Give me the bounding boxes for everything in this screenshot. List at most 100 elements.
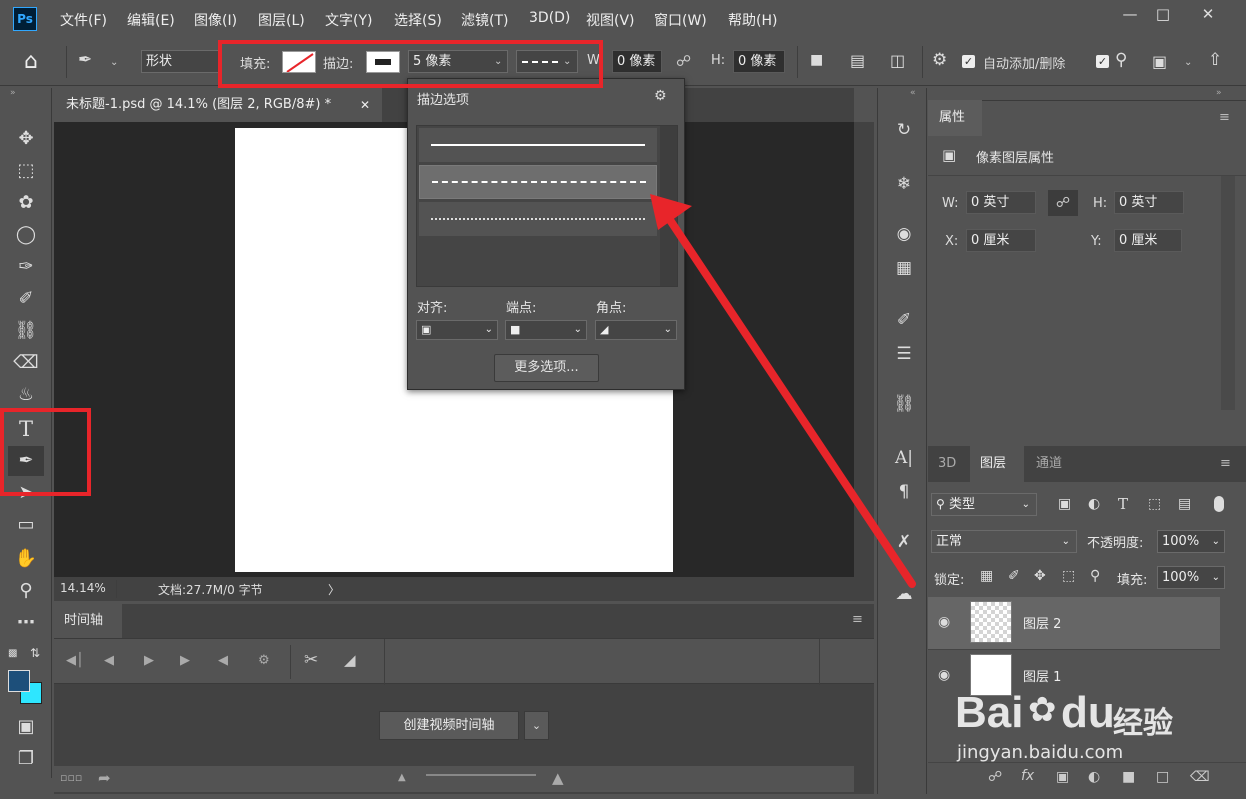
screen-mode-icon[interactable]: ❐ (8, 744, 44, 774)
search-icon[interactable]: ⚲ (1115, 50, 1127, 70)
filter-pixel-icon[interactable]: ▣ (1058, 496, 1071, 512)
marquee-tool-icon[interactable]: ⬚ (8, 156, 44, 186)
align-edges-checkbox[interactable]: ✓ (1096, 55, 1109, 68)
play-icon[interactable]: ▶ (144, 653, 154, 668)
zoom-level[interactable]: 14.14% (60, 581, 106, 595)
prop-w-input[interactable]: 0 英寸 (966, 191, 1036, 214)
menu-window[interactable]: 窗口(W) (654, 10, 707, 30)
tab-channels[interactable]: 通道 (1026, 446, 1072, 482)
prop-y-input[interactable]: 0 厘米 (1114, 229, 1182, 252)
gear-icon[interactable]: ⚙ (932, 50, 947, 70)
quick-mask-icon[interactable]: ▣ (8, 712, 44, 742)
collapse-icon[interactable]: » (10, 88, 16, 98)
more-options-button[interactable]: 更多选项... (494, 354, 599, 382)
share-icon[interactable]: ⇧ (1208, 50, 1222, 70)
panel-menu-icon[interactable]: ≡ (1220, 456, 1231, 471)
link-icon[interactable]: ☍ (676, 52, 691, 70)
zoom-tool-icon[interactable]: ⚲ (8, 576, 44, 606)
stroke-style-solid[interactable] (419, 128, 657, 162)
transition-icon[interactable]: ◢ (344, 651, 356, 669)
filter-smart-object-icon[interactable]: ▤ (1178, 496, 1191, 512)
lock-transparency-icon[interactable]: ▦ (980, 568, 993, 584)
add-mask-icon[interactable]: ▣ (1056, 769, 1069, 785)
layer-filter-select[interactable]: ⚲ 类型 ⌄ (931, 493, 1037, 516)
filter-toggle[interactable] (1214, 496, 1224, 512)
stroke-style-dotted[interactable] (419, 202, 657, 236)
properties-tab[interactable]: 属性 (928, 100, 982, 136)
brush-tool-icon[interactable]: ✐ (8, 284, 44, 314)
filter-shape-icon[interactable]: ⬚ (1148, 496, 1161, 512)
chevron-down-icon[interactable]: ⌄ (1184, 57, 1192, 68)
eyedropper-tool-icon[interactable]: ✑ (8, 252, 44, 282)
blend-mode-select[interactable]: 正常 ⌄ (931, 530, 1077, 553)
foreground-color-swatch[interactable] (8, 670, 30, 692)
menu-view[interactable]: 视图(V) (586, 10, 635, 30)
zoom-in-icon[interactable]: ▲ (552, 769, 564, 787)
expand-icon[interactable]: « (910, 88, 916, 98)
scissors-icon[interactable]: ✂ (304, 650, 318, 670)
menu-edit[interactable]: 编辑(E) (127, 10, 175, 30)
path-alignment-icon[interactable]: ▤ (850, 51, 865, 70)
menu-filter[interactable]: 滤镜(T) (461, 10, 508, 30)
rectangle-tool-icon[interactable]: ▭ (8, 510, 44, 540)
hand-tool-icon[interactable]: ✋ (8, 544, 44, 574)
quick-selection-tool-icon[interactable]: ◯ (8, 220, 44, 250)
close-tab-icon[interactable]: ✕ (360, 88, 370, 122)
fx-icon[interactable]: fx (1021, 768, 1034, 784)
close-icon[interactable]: ✕ (1190, 0, 1226, 28)
menu-file[interactable]: 文件(F) (60, 10, 107, 30)
timeline-tab[interactable]: 时间轴 (54, 604, 122, 638)
menu-layer[interactable]: 图层(L) (258, 10, 305, 30)
layer-row[interactable]: ◉ 图层 2 (928, 597, 1220, 649)
tab-layers[interactable]: 图层 (970, 446, 1024, 482)
panel-menu-icon[interactable]: ≡ (1219, 110, 1230, 125)
filter-type-icon[interactable]: T (1118, 495, 1128, 513)
menu-image[interactable]: 图像(I) (194, 10, 237, 30)
first-frame-icon[interactable]: ◀│ (66, 653, 84, 668)
swap-colors-icon[interactable]: ⇅ (30, 646, 40, 660)
w-input[interactable]: 0 像素 (612, 50, 662, 73)
trash-icon[interactable]: ⌫ (1190, 769, 1210, 785)
zoom-out-icon[interactable]: ▲ (398, 772, 406, 783)
lock-all-icon[interactable]: ⚲ (1090, 568, 1100, 584)
previous-frame-icon[interactable]: ◀ (104, 653, 114, 668)
path-operations-icon[interactable]: ■ (810, 52, 823, 68)
minimize-icon[interactable]: — (1112, 0, 1148, 28)
link-layers-icon[interactable]: ☍ (988, 769, 1002, 785)
lock-pixels-icon[interactable]: ✐ (1008, 568, 1020, 584)
lock-artboard-icon[interactable]: ⬚ (1062, 568, 1075, 584)
timeline-zoom-slider[interactable] (426, 774, 536, 776)
eraser-tool-icon[interactable]: ⌫ (8, 348, 44, 378)
frame-mode-icon[interactable]: ▫▫▫ (60, 771, 82, 784)
layer-fill-input[interactable]: 100% ⌄ (1157, 566, 1225, 589)
menu-select[interactable]: 选择(S) (394, 10, 442, 30)
home-icon[interactable]: ⌂ (24, 49, 38, 74)
document-tab[interactable]: 未标题-1.psd @ 14.1% (图层 2, RGB/8#) * ✕ (54, 88, 382, 122)
audio-icon[interactable]: ◀ (218, 653, 228, 668)
properties-scrollbar[interactable] (1221, 176, 1235, 410)
stroke-align-select[interactable]: ▣ ⌄ (416, 320, 498, 340)
filter-adjustment-icon[interactable]: ◐ (1088, 496, 1100, 512)
chevron-down-icon[interactable]: ⌄ (524, 711, 549, 740)
status-menu-icon[interactable]: 〉 (328, 581, 340, 598)
more-tools-icon[interactable]: ⋯ (8, 608, 44, 638)
move-tool-icon[interactable]: ✥ (8, 124, 44, 154)
menu-3d[interactable]: 3D(D) (529, 10, 570, 26)
chevron-down-icon[interactable]: ⌄ (110, 57, 118, 68)
lasso-tool-icon[interactable]: ✿ (8, 188, 44, 218)
adjustment-layer-icon[interactable]: ◐ (1088, 769, 1100, 785)
prop-h-input[interactable]: 0 英寸 (1114, 191, 1184, 214)
folder-icon[interactable]: ■ (1122, 769, 1135, 785)
tool-mode-select[interactable]: 形状 (141, 50, 219, 73)
path-arrangement-icon[interactable]: ◫ (890, 51, 905, 70)
stroke-style-dashed[interactable] (419, 165, 657, 199)
default-colors-icon[interactable]: ▩ (8, 648, 17, 659)
lock-position-icon[interactable]: ✥ (1034, 568, 1046, 584)
workspace-icon[interactable]: ▣ (1152, 52, 1167, 71)
pen-tool-preset-icon[interactable]: ✒ (78, 50, 92, 70)
panel-menu-icon[interactable]: ≡ (852, 612, 863, 627)
link-icon[interactable]: ☍ (1048, 190, 1078, 216)
next-frame-icon[interactable]: ▶ (180, 653, 190, 668)
opacity-input[interactable]: 100% ⌄ (1157, 530, 1225, 553)
h-input[interactable]: 0 像素 (733, 50, 785, 73)
